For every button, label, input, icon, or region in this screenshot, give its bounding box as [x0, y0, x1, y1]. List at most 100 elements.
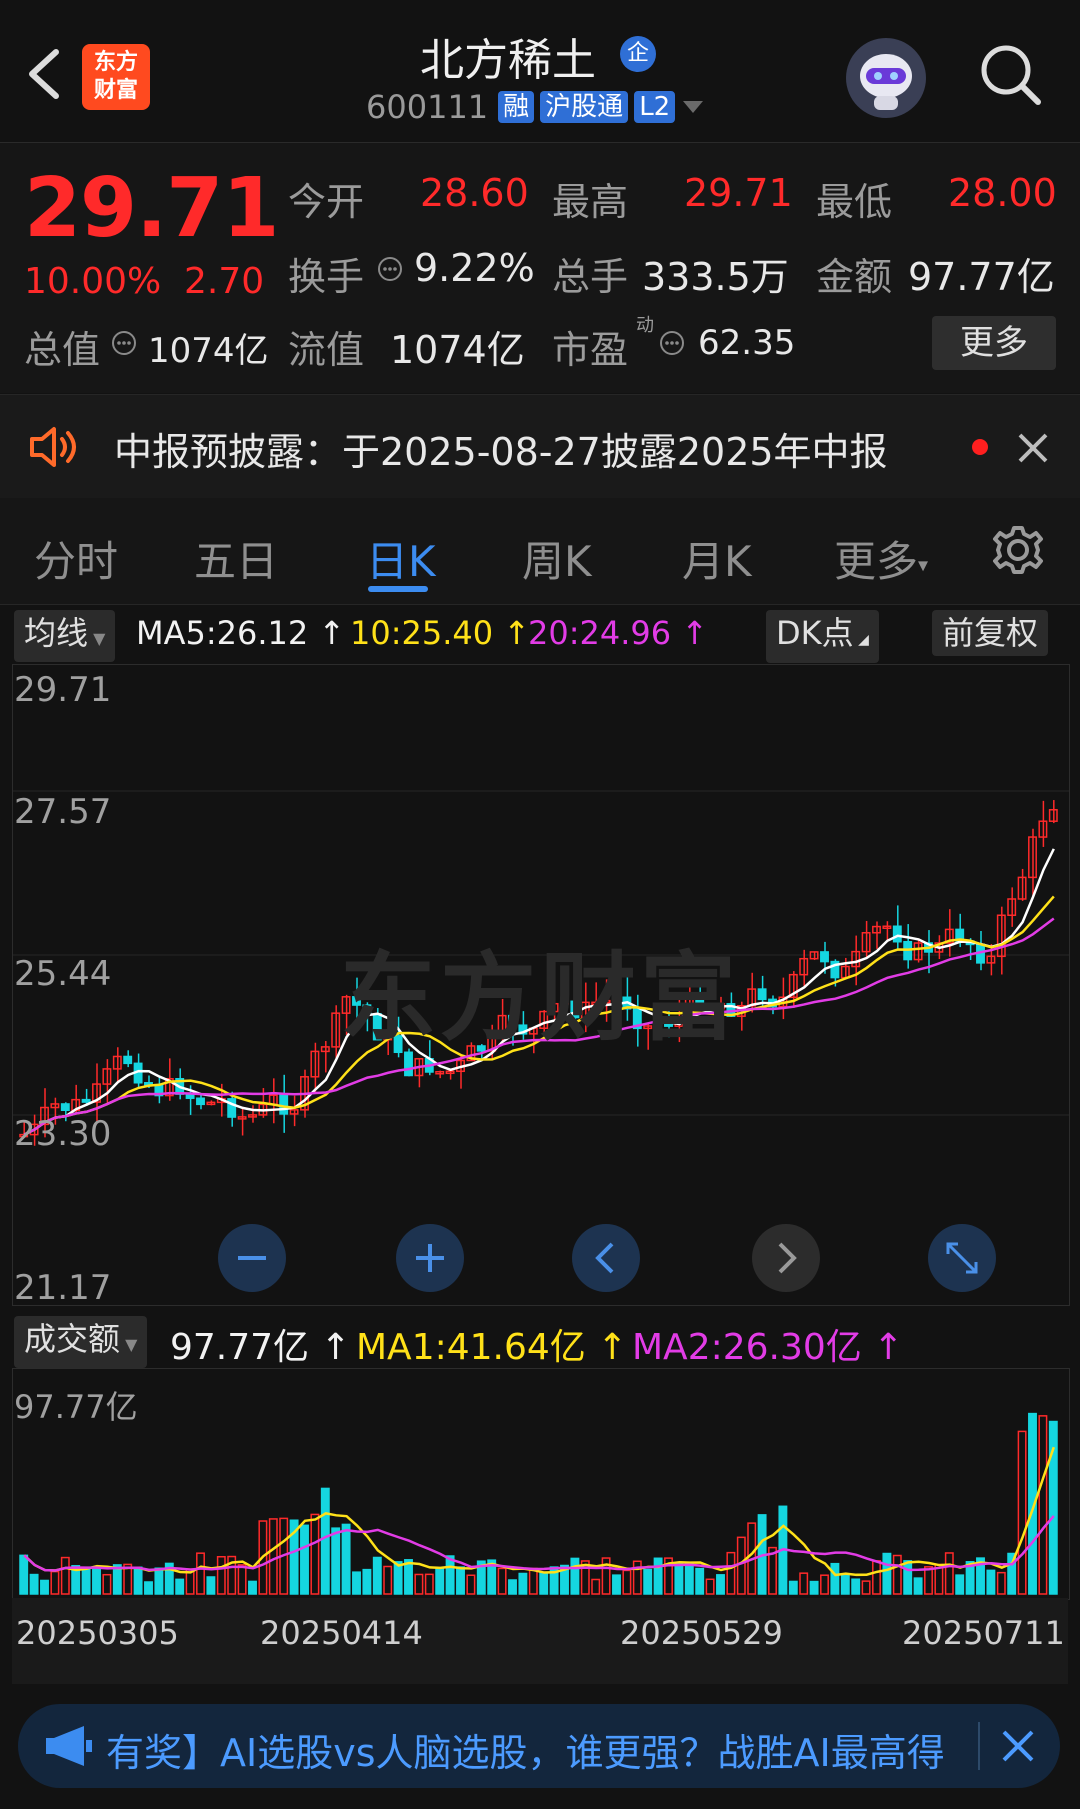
scroll-right-button[interactable] [752, 1224, 820, 1292]
date-label: 20250529 [620, 1614, 783, 1652]
tab-intraday[interactable]: 分时 [34, 528, 118, 589]
candle [414, 1058, 424, 1088]
candle [1028, 828, 1037, 898]
plus-icon [416, 1244, 444, 1272]
volume-bar [528, 1567, 538, 1595]
candle [279, 1074, 289, 1133]
up-arrow-icon: ↑ [320, 1327, 351, 1368]
volume-bar [310, 1513, 320, 1595]
amount-value: 97.77亿 [908, 255, 1055, 299]
volume-bar [861, 1580, 871, 1595]
corner-triangle-icon: ◢ [853, 632, 869, 648]
tab-monthly-k[interactable]: 月K [682, 528, 752, 589]
volume-ma-line [23, 1515, 1055, 1572]
candle [944, 909, 954, 957]
y-label: 21.17 [14, 1268, 112, 1308]
volume-bar [497, 1567, 507, 1595]
scroll-left-button[interactable] [572, 1224, 640, 1292]
chevron-down-icon[interactable] [681, 99, 705, 115]
current-price: 29.71 [24, 161, 279, 256]
chevron-left-icon [595, 1242, 614, 1274]
candle [861, 920, 871, 958]
indicator-label: 均线 [24, 614, 89, 652]
unread-dot [972, 439, 988, 455]
speaker-icon [30, 427, 76, 467]
candle [196, 1095, 205, 1110]
candle [112, 1047, 122, 1082]
volume-bar [248, 1580, 257, 1595]
tab-weekly-k[interactable]: 周K [522, 528, 592, 589]
notice-bar[interactable]: 中报预披露：于2025-08-27披露2025年中报 [0, 394, 1080, 500]
stock-name: 北方稀土 [420, 35, 596, 86]
volume-bar [653, 1557, 663, 1595]
robot-avatar-icon[interactable] [846, 38, 926, 118]
indicator-select[interactable]: 均线 ▼ [14, 610, 116, 662]
watermark: 东方财富 [340, 942, 740, 1054]
enterprise-badge: 企 [620, 36, 656, 72]
candle [445, 1069, 455, 1080]
back-button[interactable] [22, 44, 66, 104]
tab-daily-k[interactable]: 日K [366, 528, 436, 589]
search-button[interactable] [978, 42, 1044, 108]
ma20-readout: 20:24.96 ↑ [528, 614, 708, 652]
date-label: 20250711 [902, 1614, 1065, 1652]
active-tab-indicator [368, 586, 428, 592]
volume-bar [944, 1552, 954, 1595]
megaphone-icon [46, 1726, 92, 1766]
dk-point-button[interactable]: DK点 ◢ [766, 610, 879, 663]
period-tabs: 分时 五日 日K 周K 月K 更多▾ [0, 498, 1080, 605]
candle [872, 921, 881, 949]
info-icon[interactable] [658, 329, 686, 357]
volume-bar [830, 1562, 840, 1595]
volume-value: 333.5万 [642, 255, 789, 299]
tab-five-day[interactable]: 五日 [194, 528, 278, 589]
candle [913, 938, 923, 963]
fullscreen-button[interactable] [928, 1224, 996, 1292]
volume-indicator-label: 成交额 [24, 1320, 121, 1358]
close-icon[interactable] [1016, 431, 1050, 465]
candle [248, 1105, 257, 1123]
volume-bar [133, 1566, 143, 1595]
info-icon[interactable] [110, 329, 138, 357]
tab-more[interactable]: 更多▾ [834, 528, 928, 589]
candle [102, 1059, 112, 1106]
close-icon[interactable] [1000, 1728, 1036, 1764]
change-amount: 2.70 [184, 261, 265, 302]
info-icon[interactable] [376, 255, 404, 283]
mktcap-label: 总值 [24, 328, 101, 372]
zoom-out-button[interactable] [218, 1224, 286, 1292]
up-arrow-icon: ↑ [503, 614, 531, 652]
candle [892, 905, 902, 951]
volume-bar [716, 1574, 725, 1595]
more-quote-button[interactable]: 更多 [932, 316, 1056, 370]
candle [310, 1042, 320, 1092]
app-logo[interactable]: 东方 财富 [82, 44, 150, 110]
volume-svg [19, 1412, 1058, 1595]
dropdown-triangle-icon: ▼ [120, 1335, 138, 1354]
volume-bar [320, 1487, 330, 1595]
stock-code-row: 600111 融 沪股通 L2 [366, 88, 705, 126]
volume-indicator-select[interactable]: 成交额 ▼ [14, 1316, 148, 1368]
y-label: 25.44 [14, 954, 112, 994]
up-arrow-icon: ↑ [597, 1327, 628, 1368]
volume-bar [341, 1523, 351, 1595]
zoom-in-button[interactable] [396, 1224, 464, 1292]
ma5-readout: MA5:26.12 ↑ [136, 614, 345, 652]
volume-bar [674, 1563, 684, 1595]
open-value: 28.60 [420, 171, 529, 215]
volume-bar [913, 1577, 923, 1595]
dk-label: DK点 [776, 614, 854, 652]
gear-icon[interactable] [990, 522, 1046, 578]
volume-bar [799, 1572, 809, 1595]
high-label: 最高 [552, 180, 629, 224]
adjust-button[interactable]: 前复权 [932, 610, 1049, 656]
candle [331, 1005, 341, 1060]
volume-chart[interactable] [12, 1368, 1070, 1600]
search-icon [981, 45, 1041, 105]
volume-bar [435, 1568, 445, 1595]
logo-text: 东方 [93, 50, 138, 75]
divider [978, 1722, 980, 1770]
promo-banner[interactable]: 有奖】AI选股vs人脑选股，谁更强？战胜AI最高得 [18, 1704, 1060, 1788]
open-label: 今开 [288, 180, 365, 224]
tag-connect: 沪股通 [540, 91, 629, 123]
